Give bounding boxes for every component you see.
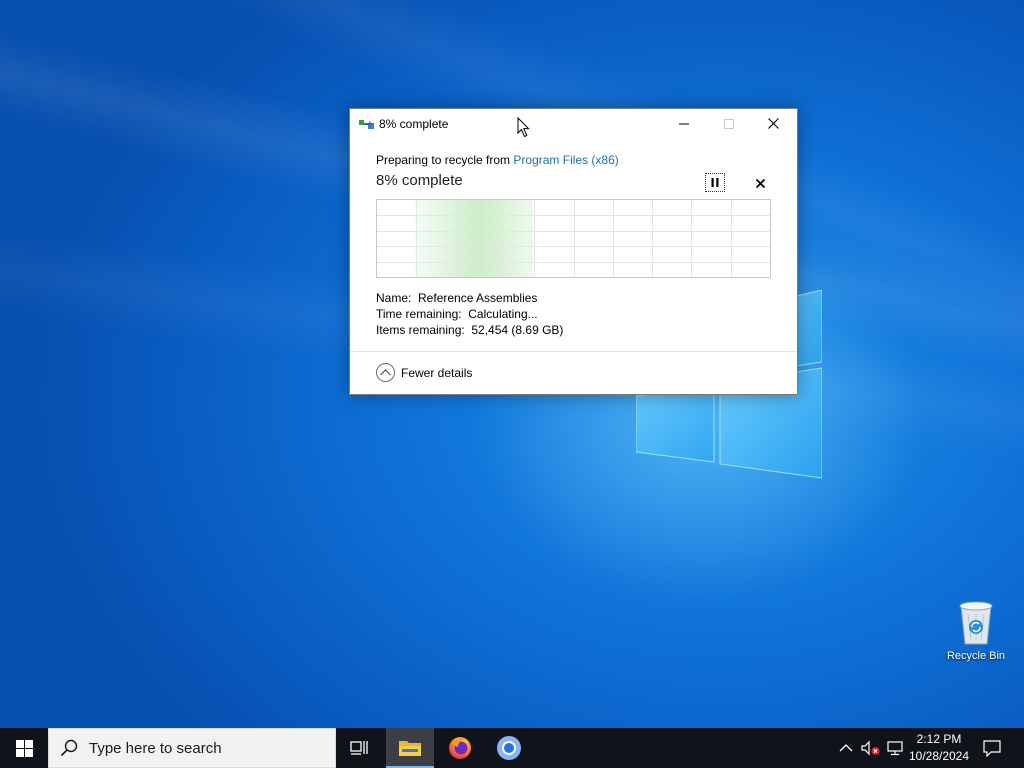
- task-view-icon: [350, 741, 368, 755]
- windows-logo-icon: [15, 739, 33, 757]
- volume-muted-icon[interactable]: [861, 740, 881, 756]
- taskbar-clock[interactable]: 2:12 PM 10/28/2024: [905, 731, 973, 765]
- source-line: Preparing to recycle from Program Files …: [376, 153, 776, 167]
- start-button[interactable]: [0, 728, 48, 768]
- network-icon[interactable]: [887, 740, 905, 756]
- source-prefix: Preparing to recycle from: [376, 153, 514, 167]
- chromium-button[interactable]: [485, 728, 533, 768]
- maximize-button: [706, 109, 751, 138]
- firefox-icon: [449, 737, 471, 759]
- cancel-icon: [755, 178, 765, 188]
- taskbar: 2:12 PM 10/28/2024: [0, 728, 1024, 768]
- dialog-titlebar[interactable]: 8% complete: [350, 109, 797, 139]
- footer-separator: [350, 351, 797, 352]
- search-input[interactable]: [89, 739, 319, 757]
- recycle-bin-shortcut[interactable]: Recycle Bin: [940, 600, 1012, 662]
- close-icon: [768, 118, 779, 129]
- dialog-body: Preparing to recycle from Program Files …: [376, 153, 776, 337]
- detail-name-value: Reference Assemblies: [418, 291, 538, 305]
- folder-icon: [399, 741, 421, 756]
- detail-items-row: Items remaining: 52,454 (8.69 GB): [376, 322, 563, 338]
- clock-time: 2:12 PM: [916, 732, 962, 746]
- fewer-details-label: Fewer details: [401, 365, 473, 380]
- recycle-bin-icon: [959, 601, 993, 645]
- fewer-details-toggle[interactable]: Fewer details: [376, 363, 472, 382]
- progress-graph: [376, 199, 771, 278]
- action-center-button[interactable]: [975, 728, 1009, 768]
- cancel-operation-button[interactable]: [751, 174, 769, 192]
- notification-icon: [983, 739, 1001, 757]
- file-transfer-icon: [359, 120, 374, 129]
- details-panel: Name: Reference Assemblies Time remainin…: [376, 290, 563, 338]
- detail-name-row: Name: Reference Assemblies: [376, 290, 563, 306]
- recycle-bin-label: Recycle Bin: [946, 650, 1006, 662]
- detail-items-label: Items remaining:: [376, 323, 465, 337]
- detail-items-value: 52,454 (8.69 GB): [471, 323, 564, 337]
- file-explorer-button[interactable]: [386, 728, 434, 768]
- chevron-up-circle-icon: [376, 363, 395, 382]
- taskbar-search-box[interactable]: [48, 728, 336, 768]
- firefox-button[interactable]: [436, 728, 484, 768]
- source-folder-link[interactable]: Program Files (x86): [513, 153, 618, 167]
- detail-name-label: Name:: [376, 291, 412, 305]
- minimize-icon: [678, 123, 689, 124]
- pause-button[interactable]: [705, 173, 725, 192]
- detail-time-value: Calculating...: [468, 307, 538, 321]
- progress-heading: 8% complete: [376, 172, 463, 189]
- progress-fill: [415, 200, 533, 277]
- minimize-button[interactable]: [661, 109, 706, 138]
- close-button[interactable]: [751, 109, 796, 138]
- chrome-icon: [497, 736, 521, 760]
- progress-graph-canvas: [377, 200, 770, 277]
- detail-time-label: Time remaining:: [376, 307, 462, 321]
- search-icon: [49, 739, 89, 757]
- clock-date: 10/28/2024: [908, 749, 970, 763]
- pause-icon: [711, 178, 719, 187]
- task-view-button[interactable]: [336, 728, 384, 768]
- recycle-progress-dialog: 8% complete Preparing to recycle from Pr…: [349, 108, 798, 395]
- dialog-title: 8% complete: [379, 117, 449, 131]
- chevron-up-icon[interactable]: [838, 740, 854, 756]
- detail-time-row: Time remaining: Calculating...: [376, 306, 563, 322]
- maximize-icon: [723, 118, 734, 129]
- mouse-cursor-icon: [517, 117, 530, 138]
